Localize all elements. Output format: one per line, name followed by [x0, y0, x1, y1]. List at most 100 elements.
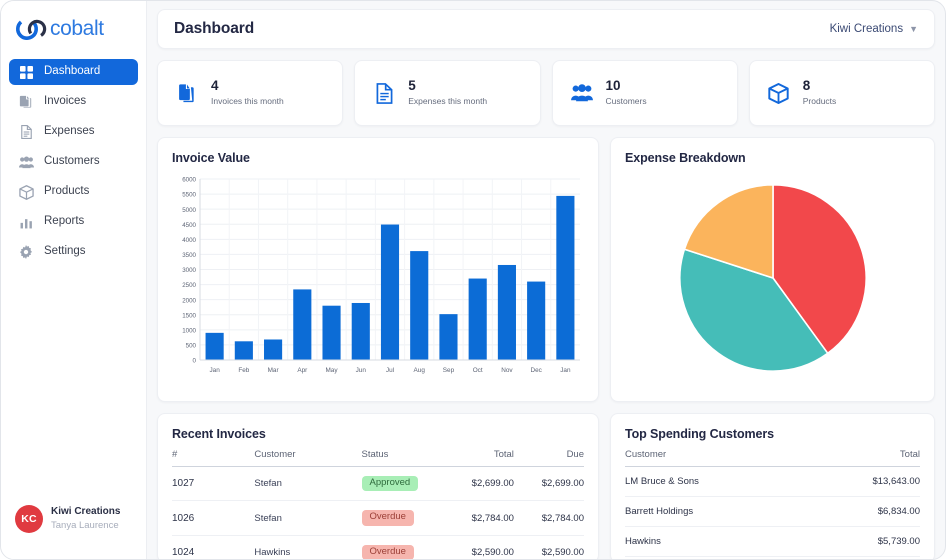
document-lines-icon — [17, 124, 35, 140]
avatar: KC — [15, 505, 43, 533]
column-header-due: Due — [513, 449, 584, 467]
bar-chart-svg: 0 500 1000 1500 2000 2500 3000 3500 4000 4500 5000… — [182, 177, 580, 374]
table-row[interactable]: LM Bruce & Sons $13,643.00 — [625, 466, 920, 497]
sidebar-item-expenses[interactable]: Expenses — [9, 119, 138, 145]
svg-text:Mar: Mar — [268, 367, 280, 374]
sidebar-item-products[interactable]: Products — [9, 179, 138, 205]
cell-due: $2,784.00 — [513, 500, 584, 536]
org-switcher-label: Kiwi Creations — [829, 23, 904, 35]
sidebar-nav: Dashboard Invoices Expenses Customers Pr… — [1, 59, 146, 269]
table-row[interactable]: 1027 Stefan Approved $2,699.00 $2,699.00 — [172, 466, 584, 502]
bar-chart: 0 500 1000 1500 2000 2500 3000 3500 4000 4500 5000… — [172, 173, 584, 378]
bar-chart-icon — [17, 214, 35, 230]
brand-logo[interactable]: cobalt — [1, 5, 146, 53]
cell-customer: Stefan — [254, 466, 362, 502]
cell-customer: Hawkins — [625, 526, 808, 557]
table-row[interactable]: 1026 Stefan Overdue $2,784.00 $2,784.00 — [172, 500, 584, 536]
sidebar-item-label: Customers — [44, 155, 100, 168]
table-header-row: Customer Total — [625, 449, 920, 467]
stat-value: 10 — [605, 78, 621, 94]
people-group-icon — [17, 154, 35, 170]
cell-total: $13,643.00 — [807, 466, 920, 497]
svg-text:Nov: Nov — [501, 367, 513, 374]
top-customers-body: LM Bruce & Sons $13,643.00 Barrett Holding… — [625, 466, 920, 557]
table-row[interactable]: 1024 Hawkins Overdue $2,590.00 $2,590.00 — [172, 535, 584, 559]
svg-text:Jan: Jan — [560, 367, 571, 374]
table-row[interactable]: Hawkins $5,739.00 — [625, 526, 920, 557]
sidebar-item-customers[interactable]: Customers — [9, 149, 138, 175]
cell-status: Approved — [361, 466, 444, 502]
cell-due: $2,590.00 — [513, 535, 584, 559]
svg-text:3500: 3500 — [182, 252, 196, 259]
column-header-status: Status — [361, 449, 444, 467]
sidebar-item-label: Reports — [44, 215, 85, 228]
svg-text:Sep: Sep — [443, 367, 455, 374]
stat-label: Customers — [605, 96, 647, 107]
svg-text:Jan: Jan — [209, 367, 220, 374]
stat-card-customers[interactable]: 10 Customers — [551, 60, 738, 126]
stat-label: Expenses this month — [408, 96, 488, 107]
cell-customer: Stefan — [254, 500, 362, 536]
expense-breakdown-chart-card: Expense Breakdown — [610, 137, 935, 402]
column-header-id: # — [172, 449, 255, 467]
sidebar-user-profile[interactable]: KC Kiwi Creations Tanya Laurence — [1, 505, 146, 533]
column-header-customer: Customer — [254, 449, 362, 467]
svg-text:Jun: Jun — [356, 367, 367, 374]
svg-text:5000: 5000 — [182, 207, 196, 214]
column-header-total: Total — [807, 449, 920, 467]
org-switcher[interactable]: Kiwi Creations ▼ — [830, 23, 918, 35]
column-header-customer: Customer — [625, 449, 808, 467]
pie-chart — [625, 173, 920, 383]
stat-value: 4 — [211, 78, 219, 94]
status-badge: Overdue — [361, 510, 414, 526]
stat-card-invoices[interactable]: 4 Invoices this month — [157, 60, 344, 126]
chevron-down-icon: ▼ — [909, 24, 918, 34]
sidebar-user-subtitle: Tanya Laurence — [51, 519, 119, 531]
table-header-row: # Customer Status Total Due — [172, 449, 584, 467]
sidebar-item-label: Expenses — [44, 125, 95, 138]
cell-total: $6,834.00 — [807, 496, 920, 527]
stat-label: Invoices this month — [211, 96, 284, 107]
status-badge: Approved — [361, 476, 419, 492]
page-header: Dashboard Kiwi Creations ▼ — [157, 9, 935, 49]
card-title: Recent Invoices — [172, 427, 266, 441]
sidebar-item-label: Dashboard — [44, 65, 101, 78]
svg-text:Oct: Oct — [473, 367, 483, 374]
recent-invoices-card: Recent Invoices # Customer Status Total … — [157, 413, 599, 559]
stat-card-products[interactable]: 8 Products — [748, 60, 935, 126]
app-window: cobalt Dashboard Invoices Expenses Custo… — [0, 0, 946, 560]
stat-value: 8 — [802, 78, 811, 94]
main-content: Dashboard Kiwi Creations ▼ 4 Invoices th… — [147, 1, 945, 559]
table-row[interactable]: Barrett Holdings $6,834.00 — [625, 496, 920, 527]
invoice-value-chart-card: Invoice Value 0 500 1000 1500 2000 2500 3000 35… — [157, 137, 599, 402]
cell-customer: Hawkins — [254, 535, 362, 559]
cell-customer: Barrett Holdings — [625, 496, 808, 527]
svg-text:Jul: Jul — [386, 367, 394, 374]
brand-name: cobalt — [50, 17, 104, 40]
status-badge: Overdue — [361, 544, 414, 559]
cell-invoice-id: 1027 — [172, 466, 255, 502]
svg-text:4500: 4500 — [182, 222, 196, 229]
stat-cards-row: 4 Invoices this month 5 Expenses this mo… — [157, 60, 935, 126]
card-title: Invoice Value — [172, 151, 250, 165]
stat-value: 5 — [408, 78, 416, 94]
stat-card-expenses[interactable]: 5 Expenses this month — [354, 60, 541, 126]
svg-text:5500: 5500 — [182, 192, 196, 199]
recent-invoices-table: # Customer Status Total Due 1027 Stefan Ap… — [172, 449, 584, 559]
column-header-total: Total — [443, 449, 514, 467]
charts-row: Invoice Value 0 500 1000 1500 2000 2500 3000 35… — [157, 137, 935, 402]
sidebar-item-reports[interactable]: Reports — [9, 209, 138, 235]
document-lines-icon — [372, 81, 396, 105]
card-title: Expense Breakdown — [625, 151, 746, 165]
invoice-copy-icon — [17, 94, 35, 110]
sidebar-item-label: Products — [44, 185, 90, 198]
cube-box-icon — [767, 81, 791, 105]
top-customers-table: Customer Total LM Bruce & Sons $13,643.00… — [625, 449, 920, 557]
cell-total: $2,699.00 — [443, 466, 514, 502]
svg-text:500: 500 — [186, 343, 197, 350]
sidebar-item-dashboard[interactable]: Dashboard — [9, 59, 138, 85]
sidebar-item-settings[interactable]: Settings — [9, 239, 138, 265]
sidebar-item-invoices[interactable]: Invoices — [9, 89, 138, 115]
cell-status: Overdue — [361, 500, 444, 536]
svg-text:Aug: Aug — [414, 367, 426, 374]
